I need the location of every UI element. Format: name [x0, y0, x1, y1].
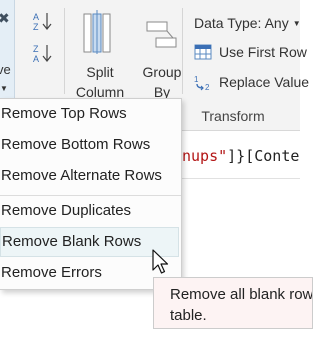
chevron-down-icon: ▼: [0, 84, 8, 93]
table-header-icon: [194, 44, 212, 60]
menu-item-remove-bottom-rows[interactable]: Remove Bottom Rows: [0, 130, 179, 160]
remove-rows-label: ve: [0, 62, 11, 77]
use-first-row-button[interactable]: Use First Row: [194, 41, 307, 63]
chevron-down-icon: ▼: [292, 18, 301, 28]
use-first-row-label: Use First Row: [219, 44, 307, 60]
svg-text:2: 2: [205, 83, 210, 91]
sort-ascending-icon[interactable]: A Z: [32, 10, 54, 32]
mouse-cursor-icon: [152, 249, 169, 274]
menu-item-remove-alternate-rows[interactable]: Remove Alternate Rows: [0, 161, 179, 191]
tooltip-line: Remove all blank row: [170, 286, 313, 303]
tooltip-line: table.: [170, 307, 207, 324]
remove-rows-button[interactable]: ✖ ve ▼: [0, 0, 15, 98]
formula-bar-text[interactable]: nups"]}[Conten: [182, 138, 300, 174]
transform-group-label: Transform: [201, 108, 265, 124]
sort-descending-icon[interactable]: Z A: [32, 42, 54, 64]
formula-divider: [182, 178, 300, 179]
group-by-icon: [146, 21, 177, 48]
svg-text:Z: Z: [33, 22, 39, 32]
menu-item-remove-top-rows[interactable]: Remove Top Rows: [0, 99, 179, 129]
svg-text:1: 1: [194, 75, 199, 84]
data-type-dropdown[interactable]: Data Type: Any ▼: [194, 12, 301, 34]
svg-text:Z: Z: [33, 44, 39, 54]
replace-values-icon: 1 2: [194, 75, 210, 91]
ribbon-separator: [182, 8, 183, 94]
svg-text:A: A: [33, 12, 39, 22]
ribbon-separator: [64, 8, 65, 94]
formula-rest: ]}[Conten: [227, 147, 300, 165]
tooltip: Remove all blank row table.: [153, 277, 313, 329]
menu-item-remove-duplicates[interactable]: Remove Duplicates: [0, 196, 179, 226]
remove-rows-icon: ✖: [0, 10, 10, 26]
split-column-icon: [83, 10, 111, 54]
formula-string: nups": [182, 147, 228, 165]
replace-values-button[interactable]: 1 2 Replace Value: [194, 71, 309, 93]
data-type-label: Data Type: Any: [194, 15, 289, 31]
replace-values-label: Replace Value: [219, 74, 310, 90]
svg-text:A: A: [33, 54, 39, 64]
